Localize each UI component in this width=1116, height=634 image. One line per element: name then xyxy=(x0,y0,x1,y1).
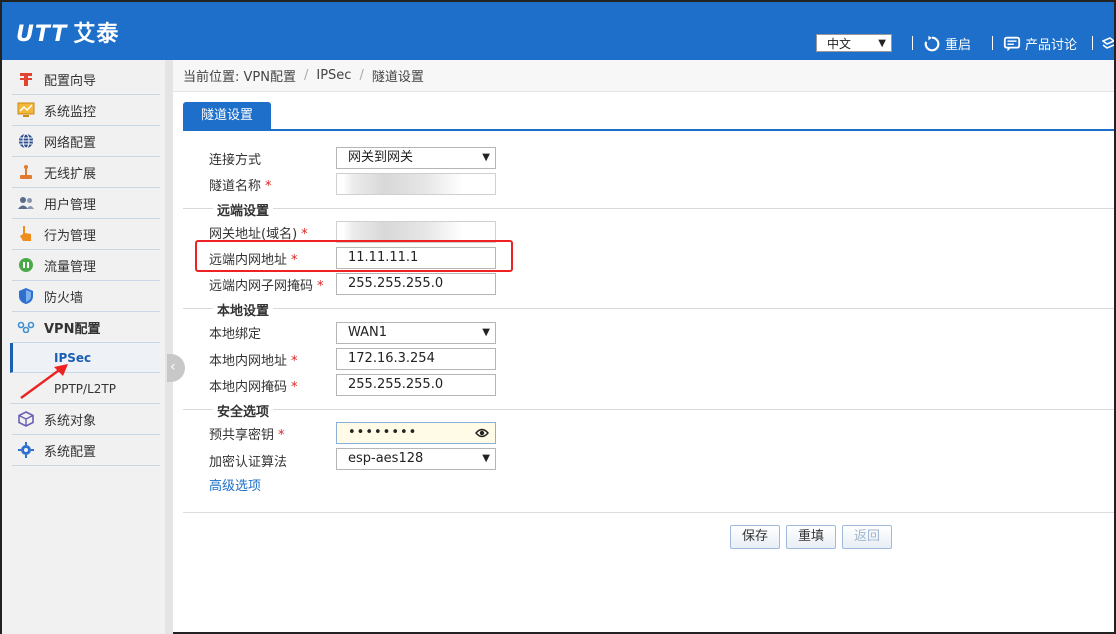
sidebar-item-objects[interactable]: 系统对象 xyxy=(12,404,160,435)
sidebar-item-monitor[interactable]: 系统监控 xyxy=(12,95,160,126)
sidebar-item-behavior[interactable]: 行为管理 xyxy=(12,219,160,250)
local-lan-address-input[interactable]: 172.16.3.254 xyxy=(336,348,496,370)
tunnel-name-input[interactable] xyxy=(336,173,496,195)
wireless-icon xyxy=(16,162,36,182)
breadcrumb-root: 当前位置: VPN配置 xyxy=(183,70,296,85)
tab-tunnel-settings[interactable]: 隧道设置 xyxy=(183,102,272,129)
sidebar-item-system[interactable]: 系统配置 xyxy=(12,435,160,466)
breadcrumb-current: 隧道设置 xyxy=(371,70,424,85)
local-settings-section: 本地设置 xyxy=(183,300,1114,319)
chevron-left-icon: ‹ xyxy=(170,359,176,375)
connection-type-row: 连接方式 xyxy=(209,152,262,168)
top-header: UTT 艾泰 中文 ▼ 重启 产品讨论 xyxy=(2,2,1114,60)
gear-icon xyxy=(16,440,36,460)
chat-icon xyxy=(1003,36,1021,51)
encryption-row: 加密认证算法 xyxy=(209,454,288,470)
local-bind-row: 本地绑定 xyxy=(209,326,262,342)
annotation-arrow-icon xyxy=(20,364,68,399)
remote-mask-input[interactable]: 255.255.255.0 xyxy=(336,273,496,295)
form-divider xyxy=(183,512,1114,513)
hand-icon xyxy=(16,224,36,244)
security-section: 安全选项 xyxy=(183,401,1114,420)
tab-bar: 隧道设置 xyxy=(183,102,1114,131)
local-lan-row: 本地内网地址 * xyxy=(209,353,298,369)
reset-button[interactable]: 重填 xyxy=(786,525,837,549)
wizard-icon xyxy=(16,69,36,89)
restart-button[interactable]: 重启 xyxy=(923,34,971,53)
sidebar-item-traffic[interactable]: 流量管理 xyxy=(12,250,160,281)
cube-icon xyxy=(16,409,36,429)
sidebar-item-users[interactable]: 用户管理 xyxy=(12,188,160,219)
chevron-down-icon: ▼ xyxy=(482,453,490,464)
connection-type-select[interactable]: 网关到网关 ▼ xyxy=(336,147,496,169)
header-divider xyxy=(1092,36,1093,50)
chevron-down-icon: ▼ xyxy=(878,38,886,49)
tunnel-name-row: 隧道名称 * xyxy=(209,178,272,194)
annotation-highlight-box xyxy=(195,240,513,272)
breadcrumb-ipsec: IPSec xyxy=(316,68,352,83)
header-divider xyxy=(912,36,913,50)
local-bind-select[interactable]: WAN1 ▼ xyxy=(336,322,496,344)
users-icon xyxy=(16,193,36,213)
sidebar-item-firewall[interactable]: 防火墙 xyxy=(12,281,160,312)
chevron-down-icon: ▼ xyxy=(482,327,490,338)
vpn-icon xyxy=(16,317,36,337)
remote-mask-row: 远端内网子网掩码 * xyxy=(209,278,324,294)
save-button[interactable]: 保存 xyxy=(730,525,781,549)
monitor-icon xyxy=(16,100,36,120)
restart-icon xyxy=(924,35,940,51)
breadcrumb: 当前位置: VPN配置 / IPSec / 隧道设置 xyxy=(173,60,1114,92)
preshared-key-input[interactable]: •••••••• xyxy=(336,422,496,444)
language-select[interactable]: 中文 ▼ xyxy=(816,34,892,52)
shield-icon xyxy=(16,286,36,306)
sidebar-item-vpn[interactable]: VPN配置 xyxy=(12,312,160,343)
restart-label: 重启 xyxy=(945,38,972,53)
remote-settings-section: 远端设置 xyxy=(183,200,1114,219)
brand-logo: UTT 艾泰 xyxy=(16,22,120,47)
layers-icon[interactable] xyxy=(1102,36,1114,52)
eye-icon[interactable] xyxy=(475,427,489,439)
discussion-label: 产品讨论 xyxy=(1025,38,1078,53)
encryption-select[interactable]: esp-aes128 ▼ xyxy=(336,448,496,470)
local-mask-row: 本地内网掩码 * xyxy=(209,379,298,395)
sidebar-item-wizard[interactable]: 配置向导 xyxy=(12,64,160,95)
psk-row: 预共享密钥 * xyxy=(209,427,285,443)
chevron-down-icon: ▼ xyxy=(482,152,490,163)
language-value: 中文 xyxy=(827,37,852,51)
traffic-icon xyxy=(16,255,36,275)
advanced-options-link[interactable]: 高级选项 xyxy=(209,475,261,494)
product-discussion-link[interactable]: 产品讨论 xyxy=(1003,34,1077,53)
sidebar-splitter xyxy=(165,60,173,634)
breadcrumb-separator: / xyxy=(359,68,364,83)
local-mask-input[interactable]: 255.255.255.0 xyxy=(336,374,496,396)
sidebar-item-wireless[interactable]: 无线扩展 xyxy=(12,157,160,188)
header-divider xyxy=(992,36,993,50)
sidebar-item-network[interactable]: 网络配置 xyxy=(12,126,160,157)
globe-icon xyxy=(16,131,36,151)
back-button[interactable]: 返回 xyxy=(842,525,893,549)
sidebar-collapse-handle[interactable]: ‹ xyxy=(167,354,185,382)
breadcrumb-separator: / xyxy=(303,68,309,83)
